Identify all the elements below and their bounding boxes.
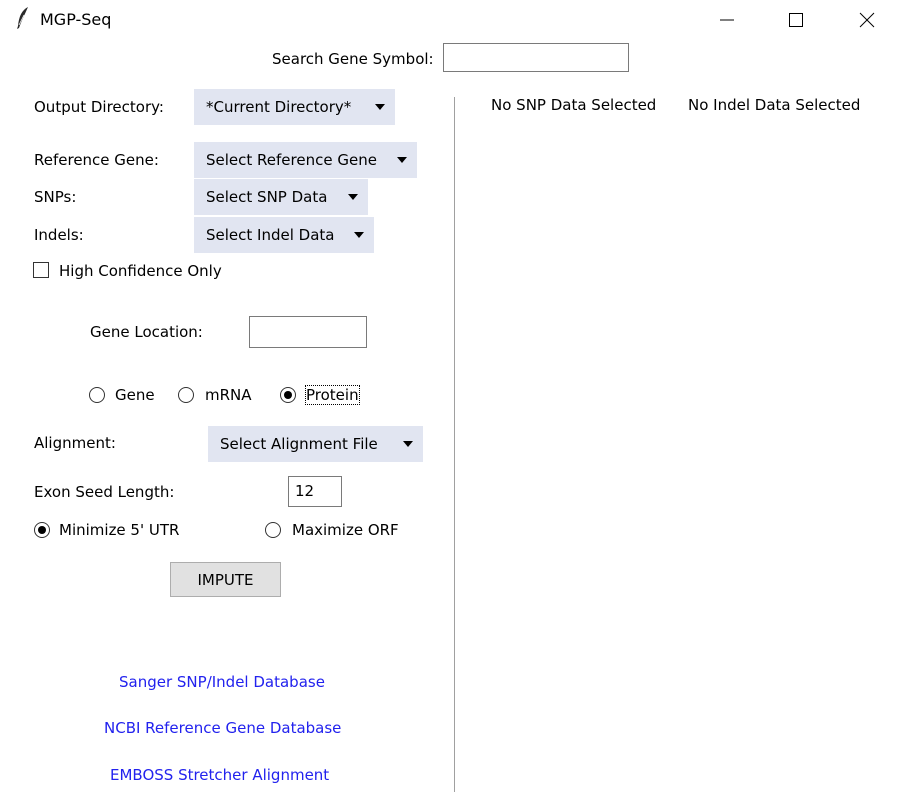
reference-gene-label: Reference Gene: bbox=[34, 151, 159, 169]
snps-dropdown[interactable]: Select SNP Data bbox=[194, 179, 368, 215]
output-directory-dropdown[interactable]: *Current Directory* bbox=[194, 89, 395, 125]
high-confidence-label: High Confidence Only bbox=[59, 262, 222, 280]
feather-icon bbox=[16, 6, 30, 30]
snp-status-text: No SNP Data Selected bbox=[491, 96, 657, 114]
panel-divider bbox=[454, 97, 455, 792]
dropdown-arrow-icon bbox=[403, 441, 413, 447]
window-title: MGP-Seq bbox=[40, 10, 112, 29]
maximize-orf-radio[interactable] bbox=[265, 522, 281, 538]
high-confidence-checkbox[interactable] bbox=[33, 262, 49, 278]
minimize-button[interactable] bbox=[704, 0, 750, 40]
search-gene-label: Search Gene Symbol: bbox=[272, 50, 434, 68]
mrna-radio[interactable] bbox=[178, 387, 194, 403]
emboss-alignment-link[interactable]: EMBOSS Stretcher Alignment bbox=[110, 766, 329, 784]
gene-location-label: Gene Location: bbox=[90, 323, 203, 341]
sanger-database-link[interactable]: Sanger SNP/Indel Database bbox=[119, 673, 325, 691]
indels-dropdown[interactable]: Select Indel Data bbox=[194, 217, 374, 253]
impute-button[interactable]: IMPUTE bbox=[170, 562, 281, 597]
search-gene-input[interactable] bbox=[443, 43, 629, 72]
gene-radio-label: Gene bbox=[115, 386, 155, 404]
dropdown-arrow-icon bbox=[354, 232, 364, 238]
mrna-radio-label: mRNA bbox=[205, 386, 252, 404]
dropdown-arrow-icon bbox=[348, 194, 358, 200]
reference-gene-dropdown[interactable]: Select Reference Gene bbox=[194, 142, 417, 178]
dropdown-arrow-icon bbox=[375, 104, 385, 110]
gene-location-input[interactable] bbox=[249, 316, 367, 348]
dropdown-arrow-icon bbox=[397, 157, 407, 163]
protein-radio[interactable] bbox=[280, 387, 296, 403]
alignment-label: Alignment: bbox=[34, 434, 116, 452]
minimize-icon bbox=[720, 19, 734, 21]
close-button[interactable] bbox=[844, 0, 890, 40]
indels-label: Indels: bbox=[34, 226, 84, 244]
output-directory-label: Output Directory: bbox=[34, 98, 164, 116]
alignment-dropdown[interactable]: Select Alignment File bbox=[208, 426, 423, 462]
ncbi-database-link[interactable]: NCBI Reference Gene Database bbox=[104, 719, 341, 737]
exon-seed-length-input[interactable]: 12 bbox=[288, 476, 342, 507]
exon-seed-length-label: Exon Seed Length: bbox=[34, 483, 175, 501]
minimize-utr-label: Minimize 5' UTR bbox=[59, 521, 180, 539]
snps-label: SNPs: bbox=[34, 188, 77, 206]
minimize-utr-radio[interactable] bbox=[34, 522, 50, 538]
close-icon bbox=[859, 12, 875, 28]
maximize-button[interactable] bbox=[773, 0, 819, 40]
gene-radio[interactable] bbox=[89, 387, 105, 403]
protein-radio-label: Protein bbox=[305, 385, 360, 405]
maximize-icon bbox=[789, 13, 803, 27]
maximize-orf-label: Maximize ORF bbox=[292, 521, 399, 539]
indel-status-text: No Indel Data Selected bbox=[688, 96, 861, 114]
